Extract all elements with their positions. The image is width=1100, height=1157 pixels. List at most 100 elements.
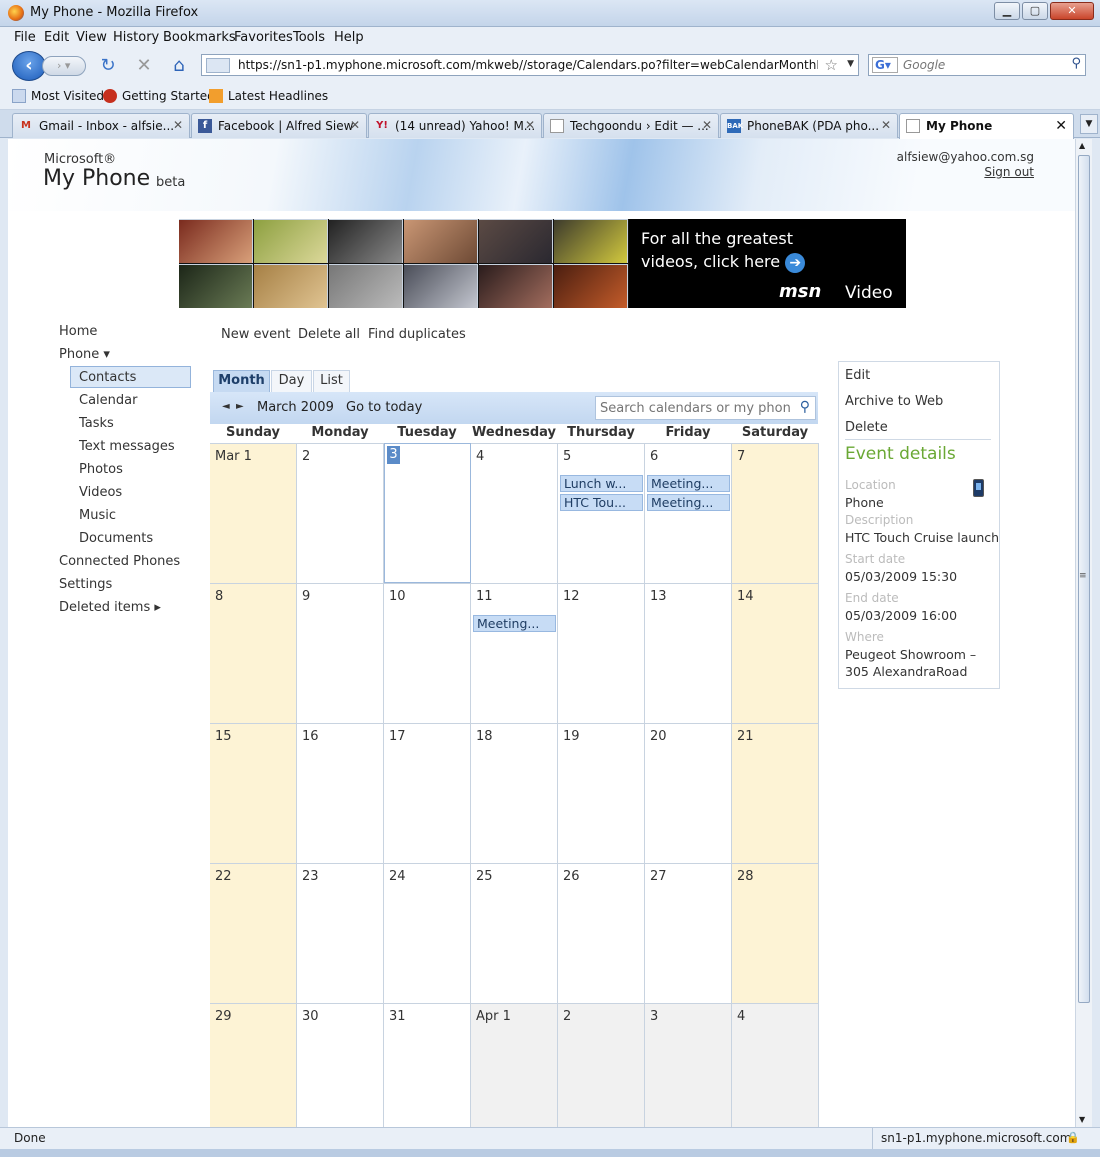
archive-to-web-link[interactable]: Archive to Web — [845, 394, 943, 409]
close-window-button[interactable]: ✕ — [1050, 2, 1094, 20]
vertical-scrollbar[interactable]: ▲ ≡ ▼ — [1075, 139, 1092, 1127]
calendar-event[interactable]: HTC Tou... — [560, 494, 643, 511]
day-cell[interactable]: 30 — [297, 1003, 384, 1127]
day-cell[interactable]: 21 — [732, 723, 819, 863]
menu-favorites[interactable]: Favorites — [234, 30, 293, 45]
calendar-event[interactable]: Meeting... — [647, 494, 730, 511]
calendar-event[interactable]: Meeting... — [473, 615, 556, 632]
edit-event-link[interactable]: Edit — [845, 368, 870, 383]
tab-list[interactable]: List — [313, 370, 350, 392]
web-search-input[interactable] — [903, 57, 1063, 73]
menu-help[interactable]: Help — [334, 30, 364, 45]
day-cell[interactable]: 6 Meeting... Meeting... — [645, 443, 732, 583]
day-cell[interactable]: 27 — [645, 863, 732, 1003]
nav-settings[interactable]: Settings — [59, 577, 112, 592]
day-cell[interactable]: 22 — [210, 863, 297, 1003]
day-cell[interactable]: 2 — [558, 1003, 645, 1127]
menu-view[interactable]: View — [76, 30, 107, 45]
bookmark-latest-headlines[interactable]: Latest Headlines — [209, 89, 328, 103]
tab-my-phone[interactable]: My Phone ✕ — [899, 113, 1074, 139]
nav-deleted-items[interactable]: Deleted items ▸ — [59, 600, 161, 615]
stop-icon[interactable]: ✕ — [133, 55, 155, 77]
day-cell[interactable]: 3 — [384, 443, 471, 583]
day-cell[interactable]: 29 — [210, 1003, 297, 1127]
day-cell[interactable]: 16 — [297, 723, 384, 863]
day-cell[interactable]: 18 — [471, 723, 558, 863]
close-tab-icon[interactable]: ✕ — [173, 118, 183, 132]
history-dropdown-icon[interactable]: ▼ — [847, 59, 854, 69]
day-cell[interactable]: 8 — [210, 583, 297, 723]
day-cell[interactable]: 5 Lunch w... HTC Tou... — [558, 443, 645, 583]
menu-file[interactable]: File — [14, 30, 36, 45]
my-phone-logo[interactable]: My Phone — [43, 166, 150, 191]
nav-phone[interactable]: Phone ▾ — [59, 347, 110, 362]
menu-tools[interactable]: Tools — [293, 30, 325, 45]
day-cell[interactable]: 17 — [384, 723, 471, 863]
nav-photos[interactable]: Photos — [79, 462, 123, 477]
bookmark-getting-started[interactable]: Getting Started — [103, 89, 215, 103]
day-cell[interactable]: 4 — [732, 1003, 819, 1127]
tab-yahoo[interactable]: Y! (14 unread) Yahoo! M... ✕ — [368, 113, 542, 138]
close-tab-icon[interactable]: ✕ — [702, 118, 712, 132]
search-engine-icon[interactable]: G▾ — [872, 57, 898, 73]
address-bar[interactable]: https://sn1-p1.myphone.microsoft.com/mkw… — [201, 54, 859, 76]
scroll-up-icon[interactable]: ▲ — [1079, 141, 1085, 150]
search-icon[interactable]: ⚲ — [800, 399, 810, 415]
delete-all-button[interactable]: Delete all — [298, 327, 360, 342]
sign-out-link[interactable]: Sign out — [984, 165, 1034, 179]
menu-bookmarks[interactable]: Bookmarks — [163, 30, 236, 45]
day-cell[interactable]: 10 — [384, 583, 471, 723]
calendar-search-input[interactable] — [600, 400, 790, 417]
close-tab-icon[interactable]: ✕ — [525, 118, 535, 132]
day-cell[interactable]: 28 — [732, 863, 819, 1003]
nav-text-messages[interactable]: Text messages — [79, 439, 175, 454]
site-identity-icon[interactable] — [206, 58, 230, 73]
tab-facebook[interactable]: f Facebook | Alfred Siew ✕ — [191, 113, 367, 138]
next-month-icon[interactable]: ► — [236, 401, 244, 412]
calendar-search-box[interactable]: ⚲ — [595, 396, 816, 420]
go-to-today-link[interactable]: Go to today — [346, 400, 422, 415]
day-cell[interactable]: 9 — [297, 583, 384, 723]
minimize-button[interactable]: ▁ — [994, 2, 1020, 20]
day-cell[interactable]: 25 — [471, 863, 558, 1003]
day-cell[interactable]: 24 — [384, 863, 471, 1003]
day-cell[interactable]: 15 — [210, 723, 297, 863]
calendar-event[interactable]: Meeting... — [647, 475, 730, 492]
scroll-down-icon[interactable]: ▼ — [1079, 1115, 1085, 1124]
forward-button[interactable]: › ▾ — [42, 56, 86, 76]
nav-tasks[interactable]: Tasks — [79, 416, 114, 431]
find-duplicates-button[interactable]: Find duplicates — [368, 327, 466, 342]
day-cell[interactable]: 4 — [471, 443, 558, 583]
back-button[interactable]: ‹ — [12, 51, 46, 81]
bookmark-most-visited[interactable]: Most Visited — [12, 89, 104, 103]
day-cell[interactable]: 7 — [732, 443, 819, 583]
close-tab-icon[interactable]: ✕ — [350, 118, 360, 132]
home-icon[interactable]: ⌂ — [168, 55, 190, 77]
msn-video-ad-banner[interactable]: For all the greatest videos, click here … — [179, 219, 906, 308]
close-tab-icon[interactable]: ✕ — [881, 118, 891, 132]
day-cell[interactable]: Apr 1 — [471, 1003, 558, 1127]
day-cell[interactable]: 31 — [384, 1003, 471, 1127]
reload-icon[interactable]: ↻ — [97, 55, 119, 77]
tab-month[interactable]: Month — [213, 370, 270, 392]
tab-gmail[interactable]: M Gmail - Inbox - alfsie... ✕ — [12, 113, 190, 138]
tab-techgoondu[interactable]: Techgoondu › Edit — ... ✕ — [543, 113, 719, 138]
day-cell[interactable]: 3 — [645, 1003, 732, 1127]
lock-icon[interactable]: 🔒 — [1066, 1131, 1080, 1144]
ad-promo[interactable]: For all the greatest videos, click here … — [629, 219, 906, 308]
day-cell[interactable]: 20 — [645, 723, 732, 863]
search-icon[interactable]: ⚲ — [1071, 56, 1081, 71]
nav-contacts[interactable]: Contacts — [79, 370, 136, 385]
day-cell[interactable]: 26 — [558, 863, 645, 1003]
address-url[interactable]: https://sn1-p1.myphone.microsoft.com/mkw… — [238, 58, 818, 72]
bookmark-star-icon[interactable]: ☆ — [825, 56, 838, 74]
day-cell[interactable]: 12 — [558, 583, 645, 723]
day-cell[interactable]: 19 — [558, 723, 645, 863]
previous-month-icon[interactable]: ◄ — [222, 401, 230, 412]
menu-edit[interactable]: Edit — [44, 30, 69, 45]
tab-day[interactable]: Day — [271, 370, 312, 392]
day-cell[interactable]: 11 Meeting... — [471, 583, 558, 723]
web-search-box[interactable]: G▾ ⚲ — [868, 54, 1086, 76]
nav-videos[interactable]: Videos — [79, 485, 122, 500]
delete-event-link[interactable]: Delete — [845, 420, 888, 435]
